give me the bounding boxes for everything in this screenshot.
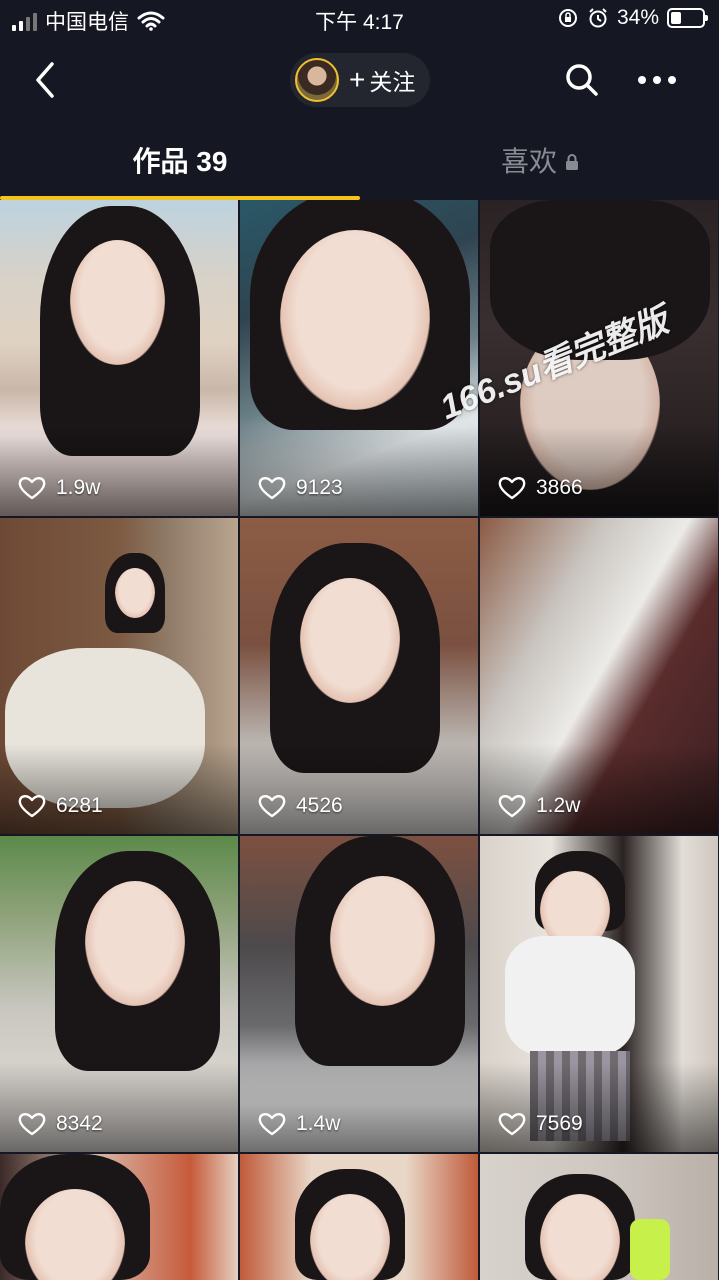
- search-icon[interactable]: [562, 60, 602, 100]
- like-count: 6281: [18, 794, 103, 818]
- heart-icon: [498, 477, 526, 500]
- alarm-icon: [589, 8, 607, 28]
- like-count: 1.9w: [18, 476, 100, 500]
- like-count-text: 4526: [296, 794, 343, 817]
- heart-icon: [18, 1113, 46, 1136]
- like-count-text: 1.9w: [56, 476, 101, 499]
- video-tile[interactable]: [480, 1154, 718, 1280]
- like-count: 8342: [18, 1112, 103, 1136]
- more-dots-icon[interactable]: [638, 66, 684, 94]
- video-tile[interactable]: 7569: [480, 836, 718, 1152]
- profile-tabs: 作品 39 喜欢: [0, 124, 719, 200]
- battery-fill: [671, 12, 682, 24]
- video-tile[interactable]: [0, 1154, 238, 1280]
- battery-percent: 34%: [616, 6, 659, 29]
- heart-icon: [498, 1113, 526, 1136]
- like-count: 1.4w: [258, 1112, 340, 1136]
- like-count-text: 1.2w: [536, 794, 581, 817]
- like-count: 4526: [258, 794, 343, 818]
- like-count-text: 6281: [56, 794, 103, 817]
- like-count-text: 1.4w: [296, 1112, 341, 1135]
- avatar: [295, 58, 339, 102]
- video-tile[interactable]: 8342: [0, 836, 238, 1152]
- like-count-text: 3866: [536, 476, 583, 499]
- tab-works[interactable]: 作品 39: [0, 140, 360, 180]
- heart-icon: [18, 477, 46, 500]
- video-tile[interactable]: 6281: [0, 518, 238, 834]
- follow-button[interactable]: + 关注: [290, 53, 430, 107]
- video-tile[interactable]: 1.9w: [0, 200, 238, 516]
- like-count-text: 8342: [56, 1112, 103, 1135]
- plus-icon: +: [349, 64, 366, 95]
- like-count: 3866: [498, 476, 583, 500]
- tab-likes[interactable]: 喜欢: [360, 140, 719, 180]
- like-count: 1.2w: [498, 794, 580, 818]
- follow-label: 关注: [369, 69, 416, 95]
- video-tile[interactable]: 1.4w: [240, 836, 478, 1152]
- battery-icon: [667, 8, 708, 28]
- video-tile[interactable]: 4526: [240, 518, 478, 834]
- heart-icon: [258, 477, 286, 500]
- heart-icon: [258, 1113, 286, 1136]
- video-tile[interactable]: [240, 1154, 478, 1280]
- heart-icon: [258, 795, 286, 818]
- like-count: 9123: [258, 476, 343, 500]
- video-tile[interactable]: 9123: [240, 200, 478, 516]
- lock-icon: [566, 154, 578, 170]
- back-arrow-icon[interactable]: [28, 58, 68, 102]
- like-count-text: 9123: [296, 476, 343, 499]
- follow-label-wrap: + 关注: [349, 63, 415, 97]
- heart-icon: [498, 795, 526, 818]
- heart-icon: [18, 795, 46, 818]
- like-count-text: 7569: [536, 1112, 583, 1135]
- tab-likes-label: 喜欢: [500, 146, 557, 177]
- status-right: 34%: [557, 6, 708, 30]
- video-tile[interactable]: 1.2w: [480, 518, 718, 834]
- like-count: 7569: [498, 1112, 583, 1136]
- status-bar: 中国电信 下午 4:17 34%: [0, 0, 719, 40]
- rotation-lock-icon: [558, 9, 577, 27]
- nav-bar: + 关注: [0, 40, 719, 124]
